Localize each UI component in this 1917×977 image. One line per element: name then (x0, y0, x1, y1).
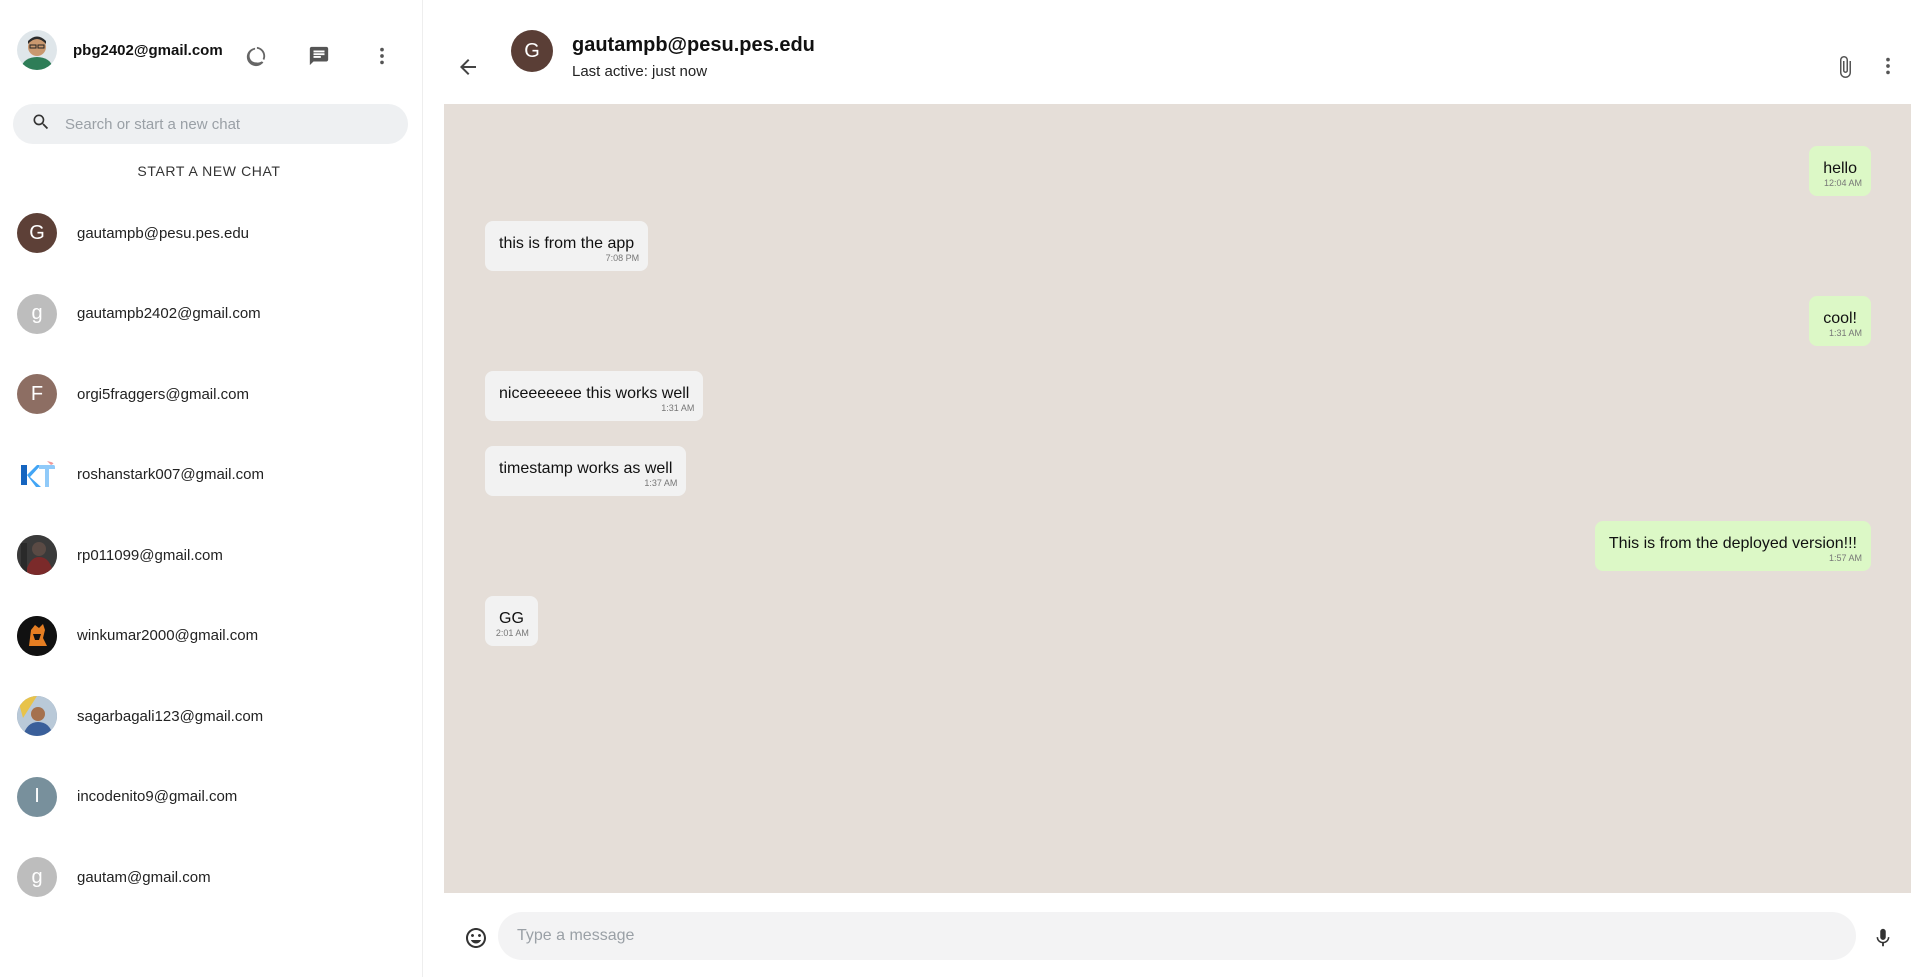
chat-list-item[interactable]: F orgi5fraggers@gmail.com (0, 354, 422, 435)
contact-avatar: g (17, 293, 57, 334)
new-chat-icon[interactable] (305, 42, 333, 70)
message-outgoing: cool! 1:31 AM (1809, 296, 1871, 346)
contact-avatar (17, 696, 57, 737)
chat-list-item[interactable]: I incodenito9@gmail.com (0, 757, 422, 838)
chat-header: G gautampb@pesu.pes.edu Last active: jus… (423, 0, 1917, 104)
message-text: hello (1823, 160, 1857, 177)
contact-avatar: g (17, 857, 57, 898)
chat-list-item[interactable]: g gautam@gmail.com (0, 837, 422, 918)
message-text: timestamp works as well (499, 460, 673, 477)
contact-email: gautampb2402@gmail.com (77, 305, 261, 323)
contact-email: roshanstark007@gmail.com (77, 466, 264, 484)
message-timestamp: 12:04 AM (1823, 178, 1862, 188)
contact-email: winkumar2000@gmail.com (77, 627, 259, 645)
chat-list-item[interactable]: roshanstark007@gmail.com (0, 435, 422, 516)
chat-panel: G gautampb@pesu.pes.edu Last active: jus… (423, 0, 1917, 977)
message-incoming: niceeeeeee this works well 1:31 AM (485, 371, 704, 421)
chat-list-item[interactable]: sagarbagali123@gmail.com (0, 676, 422, 757)
search-input[interactable] (65, 115, 385, 133)
message-text: GG (499, 610, 524, 627)
message-text: this is from the app (499, 235, 635, 252)
message-text: cool! (1823, 310, 1857, 327)
peer-avatar: G (511, 30, 553, 72)
start-new-chat-button[interactable]: START A NEW CHAT (0, 163, 418, 179)
chat-list-item[interactable]: winkumar2000@gmail.com (0, 596, 422, 677)
message-input[interactable] (498, 912, 1856, 960)
message-incoming: this is from the app 7:08 PM (485, 221, 649, 271)
contact-avatar (17, 454, 57, 495)
back-arrow-icon[interactable] (455, 54, 481, 80)
peer-email: gautampb@pesu.pes.edu (572, 34, 815, 56)
message-area: hello 12:04 AM this is from the app 7:08… (444, 104, 1911, 893)
message-timestamp: 1:57 AM (1828, 553, 1862, 563)
message-timestamp: 2:01 AM (495, 628, 529, 638)
message-timestamp: 1:31 AM (661, 403, 695, 413)
contact-avatar (17, 615, 57, 656)
chat-list-item[interactable]: rp011099@gmail.com (0, 515, 422, 596)
contact-email: orgi5fraggers@gmail.com (77, 385, 249, 403)
contact-avatar: I (17, 776, 57, 817)
message-composer (444, 893, 1911, 977)
search-bar (13, 104, 408, 144)
message-timestamp: 1:37 AM (644, 478, 678, 488)
last-active-status: Last active: just now (572, 63, 708, 80)
message-outgoing: This is from the deployed version!!! 1:5… (1594, 521, 1871, 571)
message-text: This is from the deployed version!!! (1608, 535, 1857, 552)
chat-list-item[interactable]: G gautampb@pesu.pes.edu (0, 193, 422, 274)
attach-file-icon[interactable] (1833, 54, 1857, 85)
contact-email: incodenito9@gmail.com (77, 788, 238, 806)
contact-email: gautam@gmail.com (77, 868, 211, 886)
contact-avatar: G (17, 213, 57, 254)
microphone-icon[interactable] (1872, 926, 1894, 955)
contact-email: rp011099@gmail.com (77, 546, 223, 564)
message-timestamp: 7:08 PM (605, 253, 640, 263)
contact-email: gautampb@pesu.pes.edu (77, 224, 250, 242)
more-vert-icon[interactable] (368, 42, 396, 70)
message-timestamp: 1:31 AM (1828, 328, 1862, 338)
contact-avatar (17, 535, 57, 576)
contact-email: sagarbagali123@gmail.com (77, 707, 264, 725)
chat-list: G gautampb@pesu.pes.edu g gautampb2402@g… (0, 193, 422, 918)
search-icon (31, 112, 51, 137)
sidebar: pbg2402@gmail.com START A NEW CHAT G gau… (0, 0, 423, 977)
message-incoming: timestamp works as well 1:37 AM (485, 446, 687, 496)
emoji-icon[interactable] (464, 926, 488, 955)
user-email: pbg2402@gmail.com (73, 41, 223, 59)
message-incoming: GG 2:01 AM (485, 596, 538, 646)
chat-more-vert-icon[interactable] (1877, 54, 1899, 83)
status-icon[interactable] (242, 42, 270, 70)
message-text: niceeeeeee this works well (499, 385, 690, 402)
chat-list-item[interactable]: g gautampb2402@gmail.com (0, 274, 422, 355)
app: pbg2402@gmail.com START A NEW CHAT G gau… (0, 0, 1917, 977)
sidebar-header: pbg2402@gmail.com (0, 0, 422, 100)
contact-avatar: F (17, 374, 57, 415)
user-avatar[interactable] (17, 30, 57, 70)
message-outgoing: hello 12:04 AM (1809, 146, 1871, 196)
